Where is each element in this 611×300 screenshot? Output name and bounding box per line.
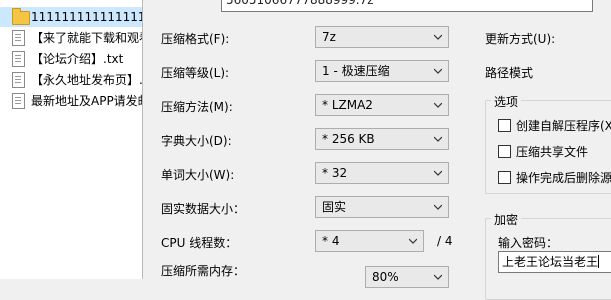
file-name: 最新地址及APP请发邮 [31, 93, 150, 108]
chevron-down-icon [434, 274, 442, 280]
level-select[interactable]: 1 - 极速压缩 [315, 60, 449, 82]
file-item[interactable]: 【来了就能下载和观看 [0, 27, 150, 47]
file-name: 【永久地址发布页】. [31, 72, 143, 87]
add-to-archive-dialog: 56051066777888999.7z 压缩格式(F): 压缩等级(L): 压… [142, 0, 611, 300]
solid-select[interactable]: 固实 [315, 196, 449, 218]
delete-label: 操作完成后删除源文 [516, 171, 611, 185]
document-icon [12, 71, 26, 88]
memory-usage-value: 80% [372, 270, 399, 284]
delete-option[interactable]: 操作完成后删除源文 [498, 169, 611, 186]
file-item[interactable]: 【论坛介绍】.txt [0, 48, 150, 68]
archive-name-field[interactable]: 56051066777888999.7z [221, 0, 593, 12]
password-label: 输入密码： [498, 236, 559, 250]
password-input[interactable]: 上老王论坛当老王 [498, 251, 611, 273]
method-label: 压缩方法(M): [161, 100, 233, 114]
file-item[interactable]: 【永久地址发布页】. [0, 69, 150, 89]
level-value: 1 - 极速压缩 [322, 64, 390, 78]
document-icon [12, 92, 26, 109]
chevron-down-icon [434, 204, 442, 210]
file-name: 【来了就能下载和观看 [31, 30, 150, 45]
solid-label: 固实数据大小： [161, 202, 246, 216]
method-value: * LZMA2 [322, 98, 373, 112]
format-select[interactable]: 7z [315, 26, 449, 48]
word-value: * 32 [322, 166, 348, 180]
document-icon [12, 29, 26, 46]
file-list: 1111111111111111 【来了就能下载和观看 【论坛介绍】.txt 【… [0, 0, 150, 279]
chevron-down-icon [434, 68, 442, 74]
chevron-down-icon [434, 34, 442, 40]
dict-value: * 256 KB [322, 132, 375, 146]
sfx-label: 创建自解压程序(X) [516, 119, 611, 133]
memory-label: 压缩所需内存： [161, 264, 246, 278]
word-select[interactable]: * 32 [315, 162, 449, 184]
dict-select[interactable]: * 256 KB [315, 128, 449, 150]
chevron-down-icon [434, 170, 442, 176]
shared-option[interactable]: 压缩共享文件 [498, 143, 588, 160]
folder-icon [12, 8, 30, 25]
memory-usage-select[interactable]: 80% [365, 266, 449, 288]
path-mode-label: 路径模式 [485, 66, 534, 80]
delete-checkbox[interactable] [498, 171, 511, 184]
update-mode-label: 更新方式(U): [485, 32, 556, 46]
file-item-folder[interactable]: 1111111111111111 [0, 7, 150, 27]
level-label: 压缩等级(L): [161, 66, 230, 80]
cpu-label: CPU 线程数： [161, 236, 238, 250]
encryption-title: 加密 [491, 211, 522, 228]
method-select[interactable]: * LZMA2 [315, 94, 449, 116]
format-value: 7z [322, 30, 336, 44]
format-label: 压缩格式(F): [161, 32, 230, 46]
document-icon [12, 50, 26, 67]
dict-label: 字典大小(D): [161, 134, 232, 148]
chevron-down-icon [409, 238, 417, 244]
text-caret [598, 255, 600, 268]
shared-label: 压缩共享文件 [516, 145, 589, 159]
solid-value: 固实 [322, 200, 347, 214]
cpu-total: / 4 [437, 234, 453, 248]
word-label: 单词大小(W): [161, 168, 235, 182]
sfx-option[interactable]: 创建自解压程序(X) [498, 117, 611, 134]
password-value: 上老王论坛当老王 [502, 255, 599, 269]
options-title: 选项 [491, 93, 522, 110]
sfx-checkbox[interactable] [498, 119, 511, 132]
file-name: 【论坛介绍】.txt [31, 51, 124, 66]
file-item[interactable]: 最新地址及APP请发邮 [0, 90, 150, 110]
shared-checkbox[interactable] [498, 145, 511, 158]
chevron-down-icon [434, 102, 442, 108]
chevron-down-icon [434, 136, 442, 142]
file-name: 1111111111111111 [31, 10, 150, 24]
cpu-threads-select[interactable]: * 4 [315, 230, 424, 252]
cpu-threads-value: * 4 [322, 234, 340, 248]
